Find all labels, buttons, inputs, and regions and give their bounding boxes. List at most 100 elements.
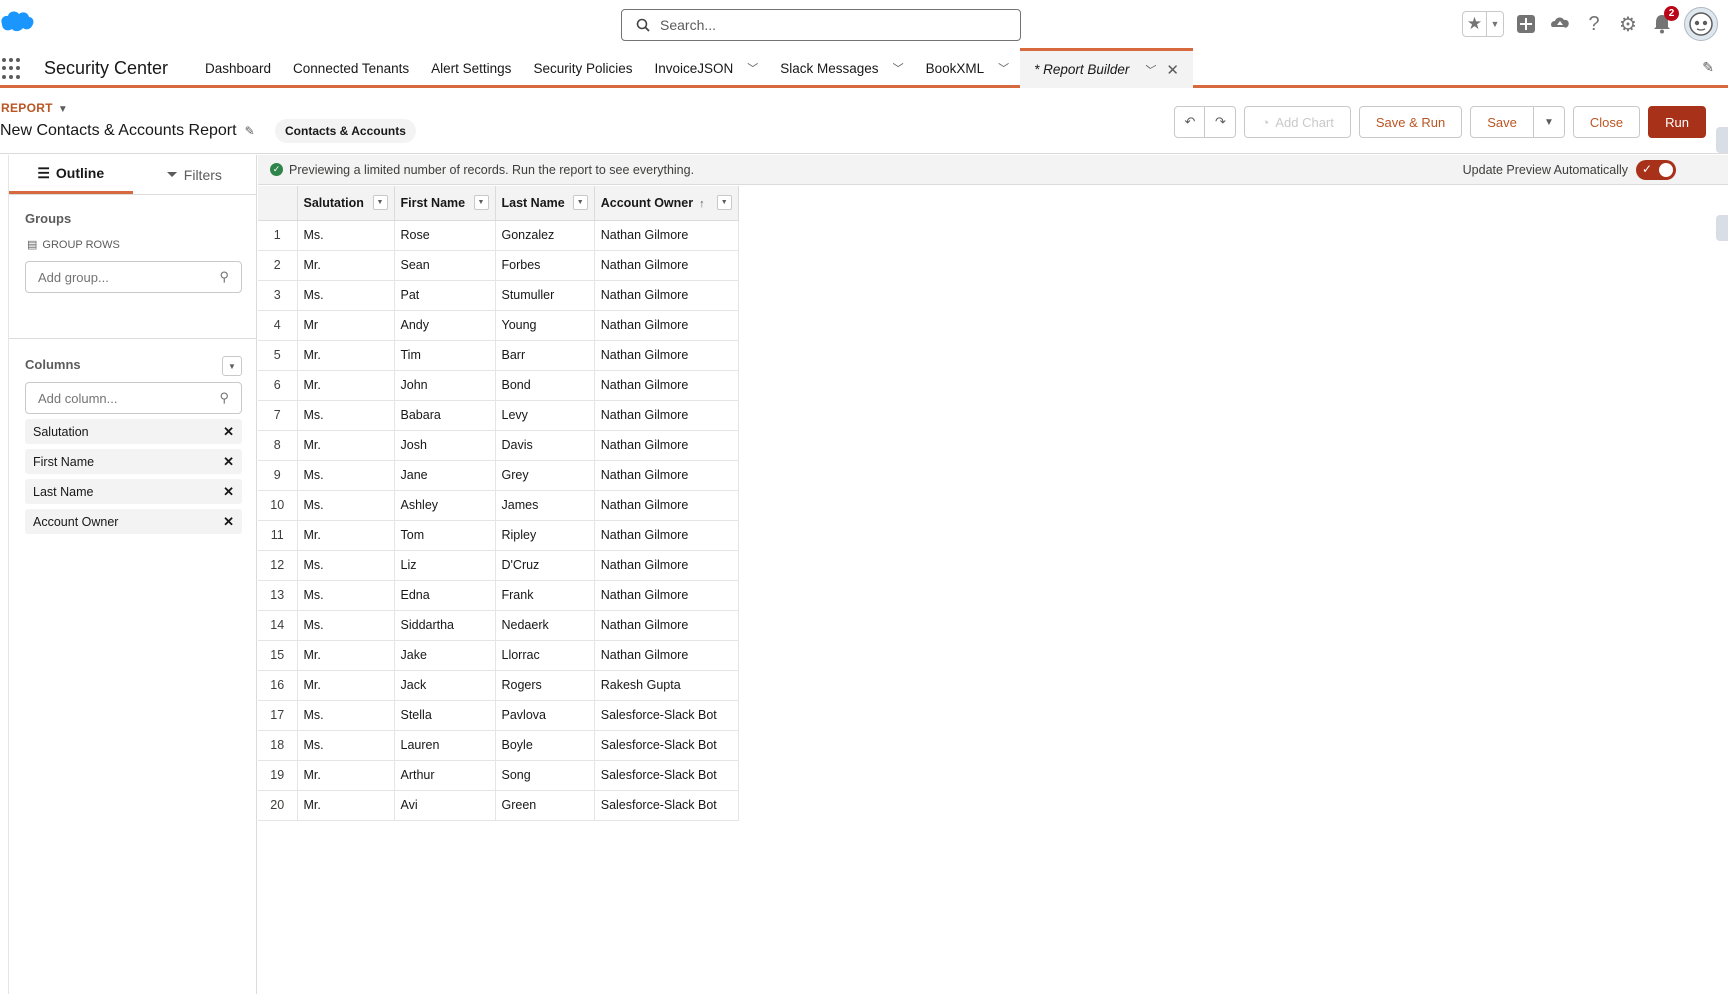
column-chip-account-owner[interactable]: Account Owner ✕ bbox=[25, 509, 242, 534]
table-cell: Pat bbox=[394, 280, 496, 311]
save-menu-button[interactable]: ▼ bbox=[1533, 106, 1565, 138]
tab-invoicejson[interactable]: InvoiceJSON ﹀ bbox=[643, 48, 769, 88]
redo-button[interactable]: ↷ bbox=[1205, 106, 1237, 138]
column-header-first-name[interactable]: First Name ▼ bbox=[394, 186, 496, 221]
table-row: 12 Ms. Liz D'Cruz Nathan Gilmore bbox=[258, 550, 739, 581]
close-icon[interactable]: ✕ bbox=[1166, 61, 1179, 79]
table-cell: Ms. bbox=[297, 220, 395, 251]
close-button[interactable]: Close bbox=[1572, 106, 1641, 138]
columns-menu-button[interactable]: ▼ bbox=[222, 356, 242, 376]
close-icon[interactable]: ✕ bbox=[223, 424, 234, 440]
filter-icon: ⏷ bbox=[166, 166, 178, 182]
tab-bookxml[interactable]: BookXML ﹀ bbox=[915, 48, 1021, 88]
sort-ascending-icon[interactable]: ↑ bbox=[699, 198, 705, 210]
tab-label: Slack Messages bbox=[780, 60, 879, 76]
gear-icon[interactable]: ⚙ bbox=[1616, 12, 1640, 36]
table-cell: Mr. bbox=[297, 790, 395, 821]
chevron-down-icon[interactable]: ﹀ bbox=[747, 60, 758, 76]
table-cell: Pavlova bbox=[495, 700, 595, 731]
close-icon[interactable]: ✕ bbox=[223, 514, 234, 530]
save-and-run-button[interactable]: Save & Run bbox=[1358, 106, 1463, 138]
tab-filters[interactable]: ⏷ Filters bbox=[133, 155, 257, 194]
side-panel-handle[interactable] bbox=[1716, 127, 1728, 153]
report-label-text: REPORT bbox=[1, 101, 53, 115]
tab-report-builder[interactable]: * Report Builder ﹀ ✕ bbox=[1020, 48, 1193, 88]
app-name: Security Center bbox=[44, 58, 169, 78]
column-header-salutation[interactable]: Salutation ▼ bbox=[297, 186, 395, 221]
row-number-cell: 5 bbox=[258, 340, 298, 371]
table-cell: Stella bbox=[394, 700, 496, 731]
column-header-last-name[interactable]: Last Name ▼ bbox=[495, 186, 595, 221]
chevron-down-icon[interactable]: ﹀ bbox=[998, 60, 1009, 76]
report-actions: ↶ ↷ ◔ Add Chart Save & Run Save ▼ Close R… bbox=[1174, 106, 1706, 138]
close-icon[interactable]: ✕ bbox=[223, 484, 234, 500]
tab-dashboard[interactable]: Dashboard bbox=[194, 48, 282, 88]
bell-icon[interactable]: 2 bbox=[1650, 6, 1679, 36]
column-chip-label: First Name bbox=[33, 454, 95, 469]
table-cell: Barr bbox=[495, 340, 595, 371]
salesforce-cloud-icon[interactable] bbox=[0, 8, 34, 34]
tab-slack-messages[interactable]: Slack Messages ﹀ bbox=[769, 48, 914, 88]
column-chip-last-name[interactable]: Last Name ✕ bbox=[25, 479, 242, 504]
table-cell: Forbes bbox=[495, 250, 595, 281]
app-launcher-icon[interactable] bbox=[2, 58, 24, 80]
chevron-down-icon[interactable]: ▼ bbox=[58, 104, 68, 115]
table-cell: D'Cruz bbox=[495, 550, 595, 581]
user-avatar[interactable] bbox=[1684, 7, 1718, 41]
table-cell: Ashley bbox=[394, 490, 496, 521]
tab-label: Connected Tenants bbox=[293, 60, 410, 76]
table-cell: Ripley bbox=[495, 520, 595, 551]
tab-connected-tenants[interactable]: Connected Tenants bbox=[282, 48, 420, 88]
plus-icon[interactable] bbox=[1514, 12, 1538, 36]
header-label: Salutation bbox=[303, 195, 364, 210]
chevron-down-icon[interactable]: ▼ bbox=[572, 195, 588, 211]
add-chart-button[interactable]: ◔ Add Chart bbox=[1244, 106, 1351, 138]
global-search-box[interactable]: Search... bbox=[621, 9, 1021, 41]
chevron-down-icon[interactable]: ▼ bbox=[1487, 12, 1503, 36]
row-number-cell: 17 bbox=[258, 700, 298, 731]
panel-tabs: ☰ Outline ⏷ Filters bbox=[9, 155, 256, 195]
run-button[interactable]: Run bbox=[1648, 106, 1706, 138]
group-rows-text: GROUP ROWS bbox=[42, 238, 120, 251]
add-group-input[interactable]: Add group... ⚲ bbox=[25, 261, 242, 293]
table-cell: Mr. bbox=[297, 520, 395, 551]
tab-security-policies[interactable]: Security Policies bbox=[522, 48, 643, 88]
chevron-down-icon[interactable]: ﹀ bbox=[893, 60, 904, 76]
row-number-header bbox=[258, 186, 298, 221]
table-cell: Salesforce-Slack Bot bbox=[594, 790, 739, 821]
close-icon[interactable]: ✕ bbox=[223, 454, 234, 470]
edit-nav-icon[interactable]: ✎ bbox=[1702, 59, 1714, 76]
table-cell: Tim bbox=[394, 340, 496, 371]
tab-alert-settings[interactable]: Alert Settings bbox=[420, 48, 522, 88]
table-cell: Ms. bbox=[297, 610, 395, 641]
tab-outline[interactable]: ☰ Outline bbox=[9, 155, 133, 194]
table-row: 14 Ms. Siddartha Nedaerk Nathan Gilmore bbox=[258, 610, 739, 641]
star-icon[interactable]: ★ bbox=[1463, 12, 1487, 36]
report-title-text: New Contacts & Accounts Report bbox=[0, 122, 237, 139]
table-row: 6 Mr. John Bond Nathan Gilmore bbox=[258, 370, 739, 401]
chevron-down-icon[interactable]: ▼ bbox=[473, 195, 489, 211]
table-cell: Nathan Gilmore bbox=[594, 370, 739, 401]
table-cell: Frank bbox=[495, 580, 595, 611]
chevron-down-icon[interactable]: ▼ bbox=[372, 195, 388, 211]
chevron-down-icon[interactable]: ▼ bbox=[716, 195, 732, 211]
pencil-icon[interactable]: ✎ bbox=[245, 124, 255, 138]
chevron-down-icon[interactable]: ﹀ bbox=[1143, 62, 1154, 78]
report-type-label[interactable]: REPORT ▼ bbox=[1, 101, 68, 115]
add-column-input[interactable]: Add column... ⚲ bbox=[25, 382, 242, 414]
column-header-account-owner[interactable]: Account Owner ↑ ▼ bbox=[594, 186, 739, 221]
auto-update-toggle[interactable]: ✓ bbox=[1636, 160, 1676, 180]
trailhead-icon[interactable] bbox=[1548, 12, 1572, 36]
row-number-cell: 9 bbox=[258, 460, 298, 491]
row-number-cell: 7 bbox=[258, 400, 298, 431]
table-cell: Ms. bbox=[297, 460, 395, 491]
save-button[interactable]: Save bbox=[1470, 106, 1534, 138]
table-cell: Nathan Gilmore bbox=[594, 610, 739, 641]
help-icon[interactable]: ? bbox=[1582, 12, 1606, 36]
column-chip-label: Last Name bbox=[33, 484, 94, 499]
side-panel-handle[interactable] bbox=[1716, 215, 1728, 241]
undo-button[interactable]: ↶ bbox=[1174, 106, 1206, 138]
row-number-cell: 8 bbox=[258, 430, 298, 461]
column-chip-first-name[interactable]: First Name ✕ bbox=[25, 449, 242, 474]
column-chip-salutation[interactable]: Salutation ✕ bbox=[25, 419, 242, 444]
